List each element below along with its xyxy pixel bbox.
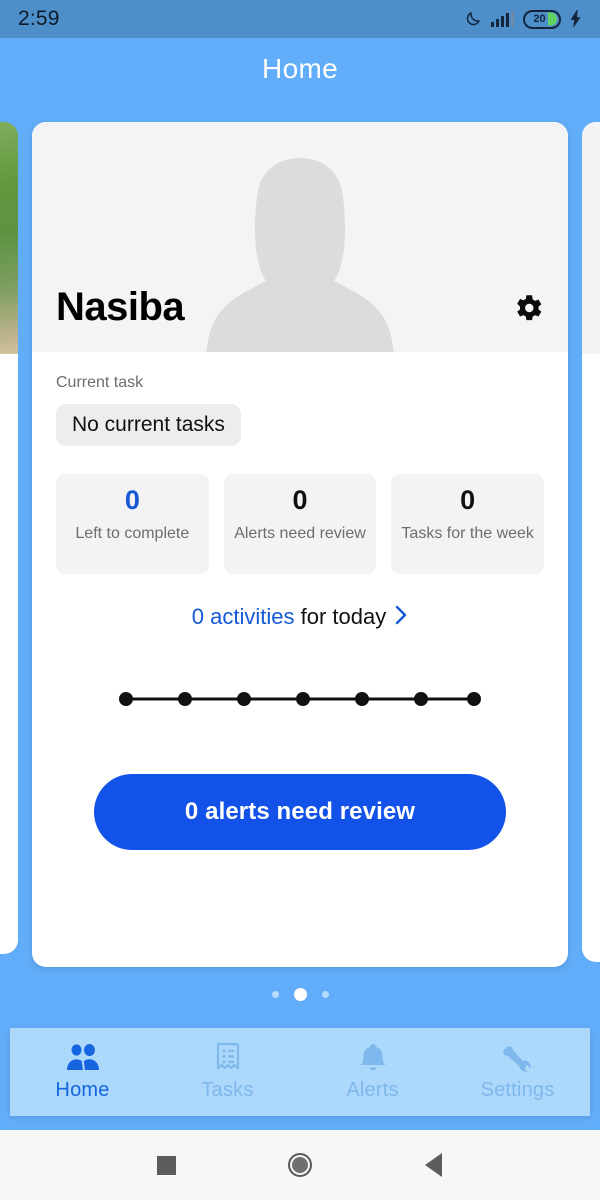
battery-icon: 20 [523,9,561,29]
gear-icon[interactable] [508,288,548,328]
stat-left-to-complete[interactable]: 0 Left to complete [56,474,209,574]
page-dot-3[interactable] [321,991,329,998]
stat-value: 0 [292,485,308,515]
page-dot-2-active[interactable] [293,988,307,1001]
nav-item-alerts[interactable]: Alerts [300,1042,445,1102]
previous-card-preview[interactable] [0,122,18,354]
charging-bolt-icon [570,10,582,28]
nav-label: Settings [480,1079,555,1101]
activities-suffix: for today [294,604,387,629]
status-bar: 2:59 20 [0,0,600,38]
carousel-page-indicator [0,988,600,1001]
stat-label: Alerts need review [234,524,366,542]
document-list-icon [216,1042,239,1070]
alerts-review-button[interactable]: 0 alerts need review [94,774,506,850]
triangle-back-icon[interactable] [413,1145,453,1185]
page-title: Home [262,53,338,84]
status-bar-icons: 20 [464,9,582,29]
phone-screen: 2:59 20 Home Nasiba Current task No curr… [0,0,600,1200]
current-task-label: Current task [56,374,144,391]
tools-icon [502,1046,531,1072]
timeline-dot[interactable] [355,692,369,706]
timeline-dot[interactable] [414,692,428,706]
activity-timeline [119,692,481,706]
profile-card: Nasiba Current task No current tasks 0 L… [32,122,568,967]
current-task-value: No current tasks [56,404,241,446]
nav-label: Alerts [346,1079,399,1101]
bottom-navigation-bar: Home Tasks Alerts Settings [10,1028,590,1116]
previous-card-body-preview[interactable] [0,354,18,954]
chevron-right-icon [395,605,408,625]
timeline-dot[interactable] [467,692,481,706]
android-system-navigation [0,1130,600,1200]
app-header: Home [0,38,600,100]
profile-name: Nasiba [56,285,185,329]
nav-label: Home [55,1079,110,1101]
bell-icon [360,1044,385,1071]
timeline-dot[interactable] [178,692,192,706]
stat-alerts-need-review[interactable]: 0 Alerts need review [223,474,377,574]
stat-tasks-for-the-week[interactable]: 0 Tasks for the week [391,474,545,574]
nav-item-home[interactable]: Home [10,1042,155,1102]
person-silhouette-avatar [206,158,394,352]
stat-value: 0 [124,485,140,515]
status-bar-clock: 2:59 [18,7,60,30]
timeline-dot[interactable] [119,692,133,706]
stat-label: Tasks for the week [401,524,534,542]
next-card-header-preview [582,122,600,354]
profile-card-header: Nasiba [32,122,568,352]
circle-icon[interactable] [280,1145,320,1185]
nav-label: Tasks [201,1079,254,1101]
signal-icon [491,11,514,27]
timeline-dot[interactable] [237,692,251,706]
battery-percent-label: 20 [533,13,546,25]
moon-icon [464,10,482,28]
card-carousel[interactable]: Nasiba Current task No current tasks 0 L… [0,122,600,967]
stat-value: 0 [460,485,476,515]
nav-item-tasks[interactable]: Tasks [155,1042,300,1102]
stat-label: Left to complete [75,524,190,542]
stats-row: 0 Left to complete 0 Alerts need review … [56,474,545,574]
activities-count: 0 activities [191,604,295,629]
page-dot-1[interactable] [271,991,279,998]
nav-item-settings[interactable]: Settings [445,1042,590,1102]
people-icon [66,1044,99,1071]
timeline-dot[interactable] [296,692,310,706]
activities-link[interactable]: 0 activities for today [56,604,544,630]
square-icon[interactable] [147,1145,187,1185]
profile-card-body: Current task No current tasks 0 Left to … [32,352,568,850]
